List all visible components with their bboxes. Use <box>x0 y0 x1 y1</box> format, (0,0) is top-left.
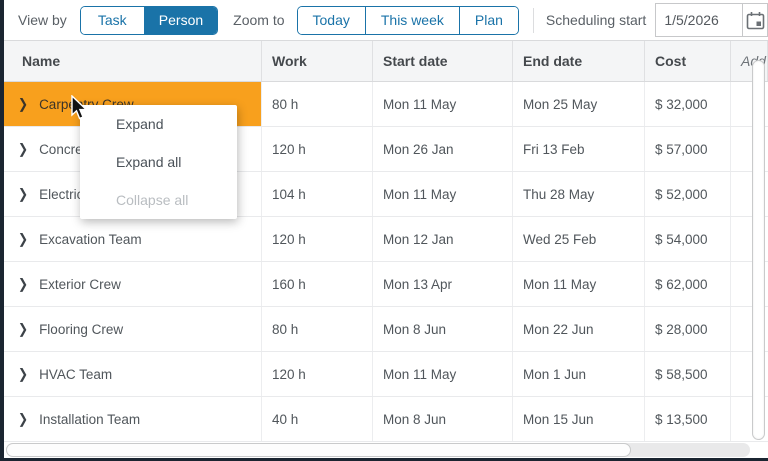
resource-name: Exterior Crew <box>39 277 121 292</box>
table-row[interactable]: ❯ Exterior Crew 160 h Mon 13 Apr Mon 11 … <box>4 262 768 307</box>
view-by-label: View by <box>18 12 67 28</box>
view-by-task-button[interactable]: Task <box>81 7 144 34</box>
cost-cell[interactable]: $ 58,500 <box>645 352 731 396</box>
toolbar: View by Task Person Zoom to Today This w… <box>4 0 768 41</box>
zoom-button-group: Today This week Plan <box>297 6 519 35</box>
start-date-cell[interactable]: Mon 8 Jun <box>373 397 513 441</box>
work-cell[interactable]: 120 h <box>262 352 373 396</box>
cost-cell[interactable]: $ 28,000 <box>645 307 731 351</box>
scheduling-start-datefield <box>655 3 768 37</box>
calendar-picker-button[interactable] <box>742 4 767 36</box>
work-cell[interactable]: 120 h <box>262 217 373 261</box>
scheduling-start-label: Scheduling start <box>546 12 646 28</box>
resource-name: HVAC Team <box>39 367 112 382</box>
vertical-scrollbar-thumb[interactable] <box>752 60 765 440</box>
start-date-cell[interactable]: Mon 11 May <box>373 82 513 126</box>
zoom-plan-button[interactable]: Plan <box>459 7 518 34</box>
start-date-cell[interactable]: Mon 11 May <box>373 172 513 216</box>
column-header-name[interactable]: Name <box>4 41 262 81</box>
cost-cell[interactable]: $ 52,000 <box>645 172 731 216</box>
app-dark-edge-left <box>0 0 4 461</box>
name-cell[interactable]: ❯ Exterior Crew <box>4 262 262 306</box>
zoom-today-button[interactable]: Today <box>298 7 365 34</box>
end-date-cell[interactable]: Wed 25 Feb <box>513 217 645 261</box>
menu-item-collapse-all: Collapse all <box>80 181 237 219</box>
work-cell[interactable]: 80 h <box>262 82 373 126</box>
expand-chevron-icon[interactable]: ❯ <box>18 412 28 426</box>
name-cell[interactable]: ❯ HVAC Team <box>4 352 262 396</box>
expand-chevron-icon[interactable]: ❯ <box>18 367 28 381</box>
end-date-cell[interactable]: Mon 11 May <box>513 262 645 306</box>
menu-item-expand[interactable]: Expand <box>80 105 237 143</box>
work-cell[interactable]: 120 h <box>262 127 373 171</box>
end-date-cell[interactable]: Thu 28 May <box>513 172 645 216</box>
start-date-cell[interactable]: Mon 12 Jan <box>373 217 513 261</box>
cost-cell[interactable]: $ 62,000 <box>645 262 731 306</box>
table-row[interactable]: ❯ Installation Team 40 h Mon 8 Jun Mon 1… <box>4 397 768 442</box>
expand-chevron-icon[interactable]: ❯ <box>18 277 28 291</box>
table-row[interactable]: ❯ HVAC Team 120 h Mon 11 May Mon 1 Jun $… <box>4 352 768 397</box>
zoom-to-label: Zoom to <box>233 12 284 28</box>
work-cell[interactable]: 104 h <box>262 172 373 216</box>
menu-item-expand-all[interactable]: Expand all <box>80 143 237 181</box>
view-by-person-button[interactable]: Person <box>144 7 217 34</box>
start-date-cell[interactable]: Mon 13 Apr <box>373 262 513 306</box>
horizontal-scrollbar-thumb[interactable] <box>6 443 631 457</box>
scheduling-start-input[interactable] <box>656 4 742 36</box>
end-date-cell[interactable]: Mon 15 Jun <box>513 397 645 441</box>
end-date-cell[interactable]: Mon 22 Jun <box>513 307 645 351</box>
horizontal-scrollbar-track[interactable] <box>6 443 750 457</box>
table-row[interactable]: ❯ Flooring Crew 80 h Mon 8 Jun Mon 22 Ju… <box>4 307 768 352</box>
expand-chevron-icon[interactable]: ❯ <box>18 97 28 111</box>
end-date-cell[interactable]: Mon 1 Jun <box>513 352 645 396</box>
column-header-start-date[interactable]: Start date <box>373 41 513 81</box>
column-header-cost[interactable]: Cost <box>645 41 731 81</box>
resource-grid: Name Work Start date End date Cost Add n… <box>4 41 768 458</box>
grid-header: Name Work Start date End date Cost Add n… <box>4 41 768 82</box>
work-cell[interactable]: 160 h <box>262 262 373 306</box>
name-cell[interactable]: ❯ Flooring Crew <box>4 307 262 351</box>
cost-cell[interactable]: $ 54,000 <box>645 217 731 261</box>
end-date-cell[interactable]: Fri 13 Feb <box>513 127 645 171</box>
expand-chevron-icon[interactable]: ❯ <box>18 142 28 156</box>
zoom-this-week-button[interactable]: This week <box>365 7 459 34</box>
column-header-work[interactable]: Work <box>262 41 373 81</box>
expand-chevron-icon[interactable]: ❯ <box>18 322 28 336</box>
resource-name: Excavation Team <box>39 232 142 247</box>
name-cell[interactable]: ❯ Excavation Team <box>4 217 262 261</box>
expand-chevron-icon[interactable]: ❯ <box>18 232 28 246</box>
cost-cell[interactable]: $ 32,000 <box>645 82 731 126</box>
resource-name: Flooring Crew <box>39 322 123 337</box>
resource-name: Installation Team <box>39 412 140 427</box>
start-date-cell[interactable]: Mon 26 Jan <box>373 127 513 171</box>
toolbar-separator <box>533 8 534 33</box>
cost-cell[interactable]: $ 57,000 <box>645 127 731 171</box>
start-date-cell[interactable]: Mon 8 Jun <box>373 307 513 351</box>
view-by-toggle: Task Person <box>80 6 218 35</box>
calendar-icon <box>746 11 765 30</box>
work-cell[interactable]: 80 h <box>262 307 373 351</box>
app-window: View by Task Person Zoom to Today This w… <box>0 0 768 461</box>
expand-chevron-icon[interactable]: ❯ <box>18 187 28 201</box>
context-menu: Expand Expand all Collapse all <box>80 105 237 219</box>
column-header-end-date[interactable]: End date <box>513 41 645 81</box>
table-row[interactable]: ❯ Excavation Team 120 h Mon 12 Jan Wed 2… <box>4 217 768 262</box>
start-date-cell[interactable]: Mon 11 May <box>373 352 513 396</box>
name-cell[interactable]: ❯ Installation Team <box>4 397 262 441</box>
work-cell[interactable]: 40 h <box>262 397 373 441</box>
cost-cell[interactable]: $ 13,500 <box>645 397 731 441</box>
end-date-cell[interactable]: Mon 25 May <box>513 82 645 126</box>
